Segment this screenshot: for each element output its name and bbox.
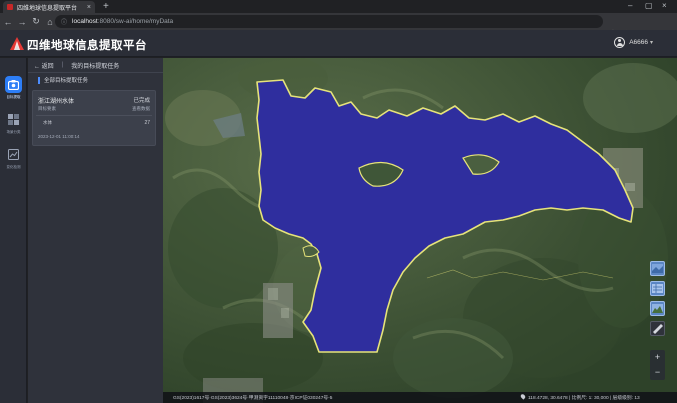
- app-title: 四维地球信息提取平台: [27, 40, 147, 52]
- browser-tab-bar: 四维地球信息提取平台 × + – ▢ ×: [0, 0, 677, 13]
- target-extraction-icon: [5, 76, 22, 93]
- zoom-out-button[interactable]: −: [650, 365, 665, 380]
- address-bar[interactable]: ⓘ localhost :8080/sw-ai/home/myData: [55, 15, 603, 28]
- vector-layer-icon: [652, 284, 663, 293]
- favicon-icon: [7, 4, 13, 10]
- close-window-button[interactable]: ×: [662, 1, 667, 11]
- view-data-link[interactable]: 查看数据: [132, 106, 150, 112]
- close-tab-icon[interactable]: ×: [87, 4, 91, 11]
- back-arrow-icon[interactable]: ←: [2, 17, 14, 27]
- zoom-control: + −: [650, 350, 665, 380]
- nav-label-change-detection: 变化检测: [6, 165, 21, 169]
- forward-arrow-icon[interactable]: →: [16, 17, 28, 27]
- copyright-text: GS(2023)1617号·GS(2023)3624号·甲测资字11110048…: [173, 396, 333, 401]
- task-name: 浙江湖州水体: [38, 99, 75, 105]
- minimize-window-button[interactable]: –: [628, 1, 632, 11]
- satellite-map[interactable]: [163, 58, 677, 403]
- browser-tab-title: 四维地球信息提取平台: [17, 5, 78, 12]
- task-type: 目标要素: [38, 106, 56, 111]
- browser-tab[interactable]: 四维地球信息提取平台 ×: [3, 1, 95, 13]
- nav-scene-classification[interactable]: 场景分类: [2, 111, 25, 141]
- nav-label-scene-classification: 场景分类: [6, 130, 21, 134]
- layer-satellite-button[interactable]: [650, 261, 665, 276]
- chevron-down-icon: ▾: [649, 40, 653, 46]
- app-logo-icon: [10, 37, 24, 50]
- new-tab-button[interactable]: +: [103, 1, 109, 12]
- feature-label: 水体: [43, 120, 52, 125]
- terrain-layer-icon: [652, 304, 663, 313]
- user-name: A6666: [629, 39, 648, 46]
- task-time: 2023-12-01 11:00:14: [38, 134, 80, 139]
- panel-header: ← 返回 | 我的目标提取任务: [28, 58, 163, 72]
- task-filter[interactable]: 全部目标提取任务: [38, 76, 88, 84]
- ruler-icon: [653, 324, 663, 334]
- zoom-in-button[interactable]: +: [650, 350, 665, 365]
- user-menu[interactable]: A6666 ▾: [614, 37, 653, 48]
- task-card[interactable]: 浙江湖州水体 已完成 目标要素 查看数据 水体 27 2023-12-01 11…: [32, 90, 156, 146]
- url-host: localhost: [72, 18, 98, 25]
- satellite-layer-icon: [652, 264, 663, 273]
- header-separator: |: [61, 62, 64, 68]
- left-nav-rail: 目标提取 场景分类 变化检测: [0, 58, 27, 403]
- reload-icon[interactable]: ↻: [30, 16, 42, 27]
- avatar-icon: [614, 37, 626, 48]
- location-pin-icon: [519, 393, 527, 400]
- measure-tool-button[interactable]: [650, 321, 665, 336]
- browser-toolbar: ← → ↻ ⌂ ⓘ localhost :8080/sw-ai/home/myD…: [0, 13, 677, 37]
- map-view[interactable]: [163, 58, 677, 403]
- back-button[interactable]: ← 返回: [34, 61, 54, 70]
- breadcrumb: 我的目标提取任务: [71, 63, 120, 70]
- coordinate-readout: 118.4728, 30.6478 | 比例尺: 1: 30,000 | 层级级…: [528, 396, 640, 401]
- nav-change-detection[interactable]: 变化检测: [2, 146, 25, 176]
- url-path: :8080/sw-ai/home/myData: [97, 18, 174, 25]
- map-status-bar: GS(2023)1617号·GS(2023)3624号·甲测资字11110048…: [163, 392, 677, 403]
- task-status: 已完成: [133, 98, 150, 104]
- back-label: 返回: [41, 63, 54, 70]
- nav-target-extraction[interactable]: 目标提取: [2, 76, 25, 106]
- card-divider: [36, 115, 152, 116]
- panel-divider: [28, 72, 163, 73]
- site-info-icon[interactable]: ⓘ: [61, 17, 67, 26]
- scene-classification-icon: [5, 111, 22, 128]
- app-header: 四维地球信息提取平台 A6666 ▾: [0, 30, 677, 57]
- change-detection-icon: [5, 146, 22, 163]
- layer-vector-button[interactable]: [650, 281, 665, 296]
- maximize-window-button[interactable]: ▢: [645, 1, 653, 11]
- filter-label: 全部目标提取任务: [44, 78, 89, 84]
- nav-label-target-extraction: 目标提取: [6, 95, 21, 99]
- feature-count: 27: [144, 120, 150, 126]
- layer-terrain-button[interactable]: [650, 301, 665, 316]
- filter-marker: [38, 76, 40, 84]
